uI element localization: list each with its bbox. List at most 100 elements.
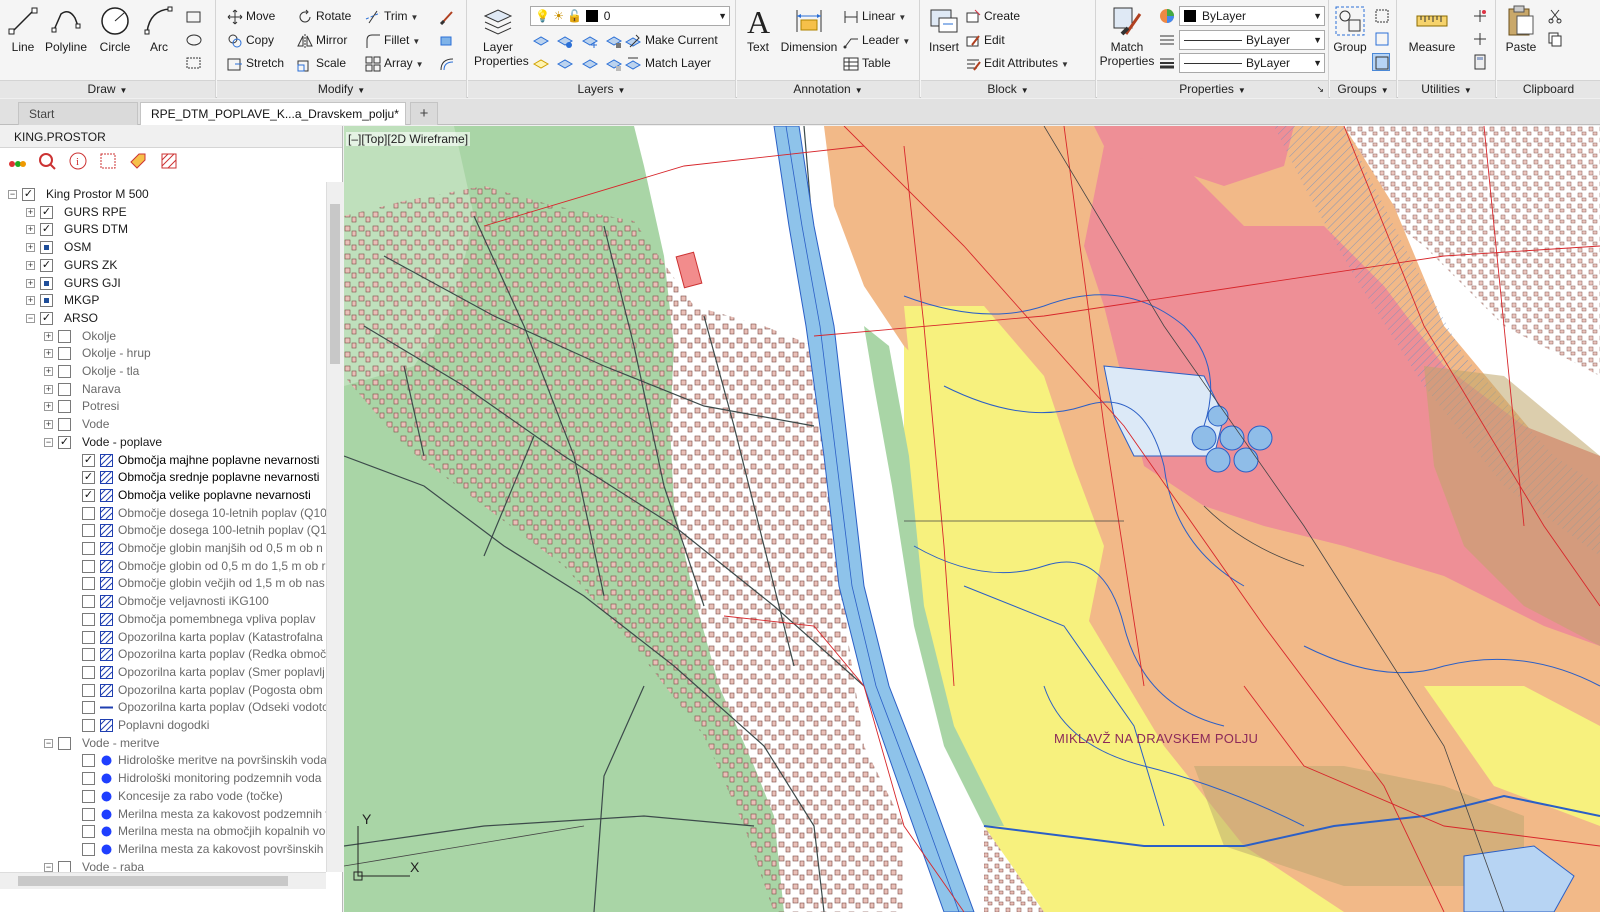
new-tab-button[interactable]: + — [410, 102, 438, 125]
tree-row[interactable]: − ✓ King Prostor M 500 — [0, 186, 326, 204]
paste-button[interactable]: Paste — [1503, 4, 1539, 54]
layer-checkbox[interactable] — [82, 719, 95, 732]
tree-row[interactable]: − Vode - meritve — [0, 735, 326, 753]
stretch-button[interactable]: Stretch — [227, 53, 284, 73]
layer-checkbox[interactable] — [82, 506, 95, 520]
tree-row[interactable]: − ✓ Vode - poplave — [0, 434, 326, 452]
layer-checkbox[interactable]: ✓ — [40, 205, 53, 219]
collapse-icon[interactable]: − — [44, 862, 53, 872]
layer-checkbox[interactable] — [82, 772, 95, 786]
layer-checkbox[interactable] — [82, 842, 95, 856]
layer-checkbox[interactable] — [82, 648, 95, 662]
tree-row[interactable]: Merilna mesta za kakovost podzemnih v — [0, 806, 326, 824]
layer-checkbox[interactable]: ✓ — [40, 311, 53, 325]
layer-freeze-icon[interactable] — [581, 33, 599, 49]
copy-button[interactable]: Copy — [227, 30, 274, 50]
tab-drawing[interactable]: RPE_DTM_POPLAVE_K...a_Dravskem_polju*✕ — [140, 102, 419, 125]
calculator-icon[interactable] — [1472, 54, 1488, 70]
tree-row[interactable]: + ✓ GURS DTM — [0, 221, 326, 239]
hatch-tool-icon[interactable] — [160, 152, 178, 170]
layer-checkbox[interactable] — [82, 542, 95, 555]
polyline-button[interactable]: Polyline — [44, 4, 88, 54]
tree-row[interactable]: ✓ Območja majhne poplavne nevarnosti — [0, 452, 326, 470]
copy-clip-icon[interactable] — [1547, 31, 1563, 47]
collapse-icon[interactable]: − — [44, 738, 53, 748]
tree-row[interactable]: + MKGP — [0, 292, 326, 310]
tree-row[interactable]: ✓ Območja srednje poplavne nevarnosti — [0, 469, 326, 487]
tree-vertical-scrollbar[interactable] — [326, 182, 343, 872]
tree-horizontal-scrollbar[interactable] — [0, 872, 326, 889]
tree-row[interactable]: Območje globin od 0,5 m do 1,5 m ob r — [0, 558, 326, 576]
expand-icon[interactable]: + — [26, 207, 35, 217]
tree-row[interactable]: + ✓ GURS ZK — [0, 257, 326, 275]
tree-row[interactable]: Opozorilna karta poplav (Katastrofalna — [0, 629, 326, 647]
array-button[interactable]: Array ▼ — [365, 53, 424, 73]
properties-panel-title[interactable]: Properties ▼ ↘ — [1097, 80, 1328, 98]
tree-row[interactable]: ✓ Območja velike poplavne nevarnosti — [0, 487, 326, 505]
tree-row[interactable]: + GURS GJI — [0, 275, 326, 293]
expand-icon[interactable]: + — [44, 384, 53, 394]
line-button[interactable]: Line — [6, 4, 40, 54]
create-block-button[interactable]: Create — [965, 6, 1020, 26]
vscroll-thumb[interactable] — [330, 204, 340, 364]
layer-dropdown[interactable]: 💡 ☀ 🔓 0 ▼ — [530, 6, 730, 26]
layer-on-icon[interactable] — [532, 56, 550, 72]
layer-checkbox[interactable] — [40, 276, 53, 290]
layer-checkbox[interactable] — [58, 382, 71, 396]
tree-row[interactable]: − ✓ ARSO — [0, 310, 326, 328]
layer-checkbox[interactable] — [40, 241, 53, 255]
layer-checkbox[interactable] — [82, 665, 95, 679]
expand-icon[interactable]: + — [44, 349, 53, 359]
draw-panel-title[interactable]: Draw ▼ — [0, 80, 215, 98]
match-properties-button[interactable]: Match Properties — [1099, 4, 1155, 68]
layer-lock-icon[interactable] — [605, 33, 623, 49]
layers-panel-title[interactable]: Layers ▼ — [468, 80, 735, 98]
tree-row[interactable]: Opozorilna karta poplav (Pogosta obm — [0, 682, 326, 700]
layer-checkbox[interactable]: ✓ — [22, 188, 35, 201]
layer-isolate-icon[interactable] — [556, 33, 574, 49]
linear-button[interactable]: Linear ▼ — [843, 6, 906, 26]
expand-icon[interactable]: + — [26, 243, 35, 253]
layer-checkbox[interactable]: ✓ — [58, 435, 71, 449]
layer-checkbox[interactable] — [82, 630, 95, 644]
tree-row[interactable]: Območje dosega 100-letnih poplav (Q1 — [0, 522, 326, 540]
explode-button[interactable] — [439, 30, 458, 50]
tree-row[interactable]: Koncesije za rabo vode (točke) — [0, 788, 326, 806]
expand-icon[interactable]: + — [26, 225, 35, 235]
expand-icon[interactable]: + — [26, 278, 35, 288]
layer-checkbox[interactable] — [82, 825, 95, 839]
insert-button[interactable]: Insert — [925, 4, 963, 54]
layer-checkbox[interactable] — [58, 418, 71, 432]
tab-start[interactable]: Start — [18, 102, 138, 125]
arc-button[interactable]: Arc — [142, 4, 176, 54]
tree-row[interactable]: Območja pomembnega vpliva poplav — [0, 611, 326, 629]
layer-checkbox[interactable] — [82, 612, 95, 626]
tree-row[interactable]: + Potresi — [0, 398, 326, 416]
text-button[interactable]: A Text — [741, 4, 775, 54]
rotate-button[interactable]: Rotate — [297, 6, 351, 26]
utilities-panel-title[interactable]: Utilities ▼ — [1398, 80, 1495, 98]
layer-checkbox[interactable] — [82, 807, 95, 821]
expand-icon[interactable]: + — [44, 420, 53, 430]
layer-checkbox[interactable]: ✓ — [82, 471, 95, 485]
tree-row[interactable]: Območje dosega 10-letnih poplav (Q10 — [0, 505, 326, 523]
tree-row[interactable]: + Okolje - hrup — [0, 345, 326, 363]
layer-checkbox[interactable] — [58, 736, 71, 750]
trim-button[interactable]: Trim ▼ — [365, 6, 418, 26]
group-button[interactable]: Group — [1332, 4, 1368, 54]
edit-block-button[interactable]: Edit — [965, 30, 1005, 50]
map-drawing[interactable]: Y X — [344, 126, 1600, 912]
table-button[interactable]: Table — [843, 53, 891, 73]
layer-unlock-icon[interactable] — [605, 56, 623, 72]
expand-icon[interactable]: + — [26, 296, 35, 306]
layer-checkbox[interactable] — [82, 559, 95, 573]
expand-icon[interactable]: + — [44, 367, 53, 376]
offset-button[interactable] — [439, 53, 458, 73]
leader-button[interactable]: Leader ▼ — [843, 30, 910, 50]
layer-checkbox[interactable]: ✓ — [40, 258, 53, 272]
groups-panel-title[interactable]: Groups ▼ — [1330, 80, 1396, 98]
color-dropdown[interactable]: ByLayer ▼ — [1179, 6, 1325, 26]
tree-row[interactable]: Opozorilna karta poplav (Smer poplavlj — [0, 664, 326, 682]
layer-checkbox[interactable]: ✓ — [82, 453, 95, 467]
layer-checkbox[interactable]: ✓ — [40, 223, 53, 237]
